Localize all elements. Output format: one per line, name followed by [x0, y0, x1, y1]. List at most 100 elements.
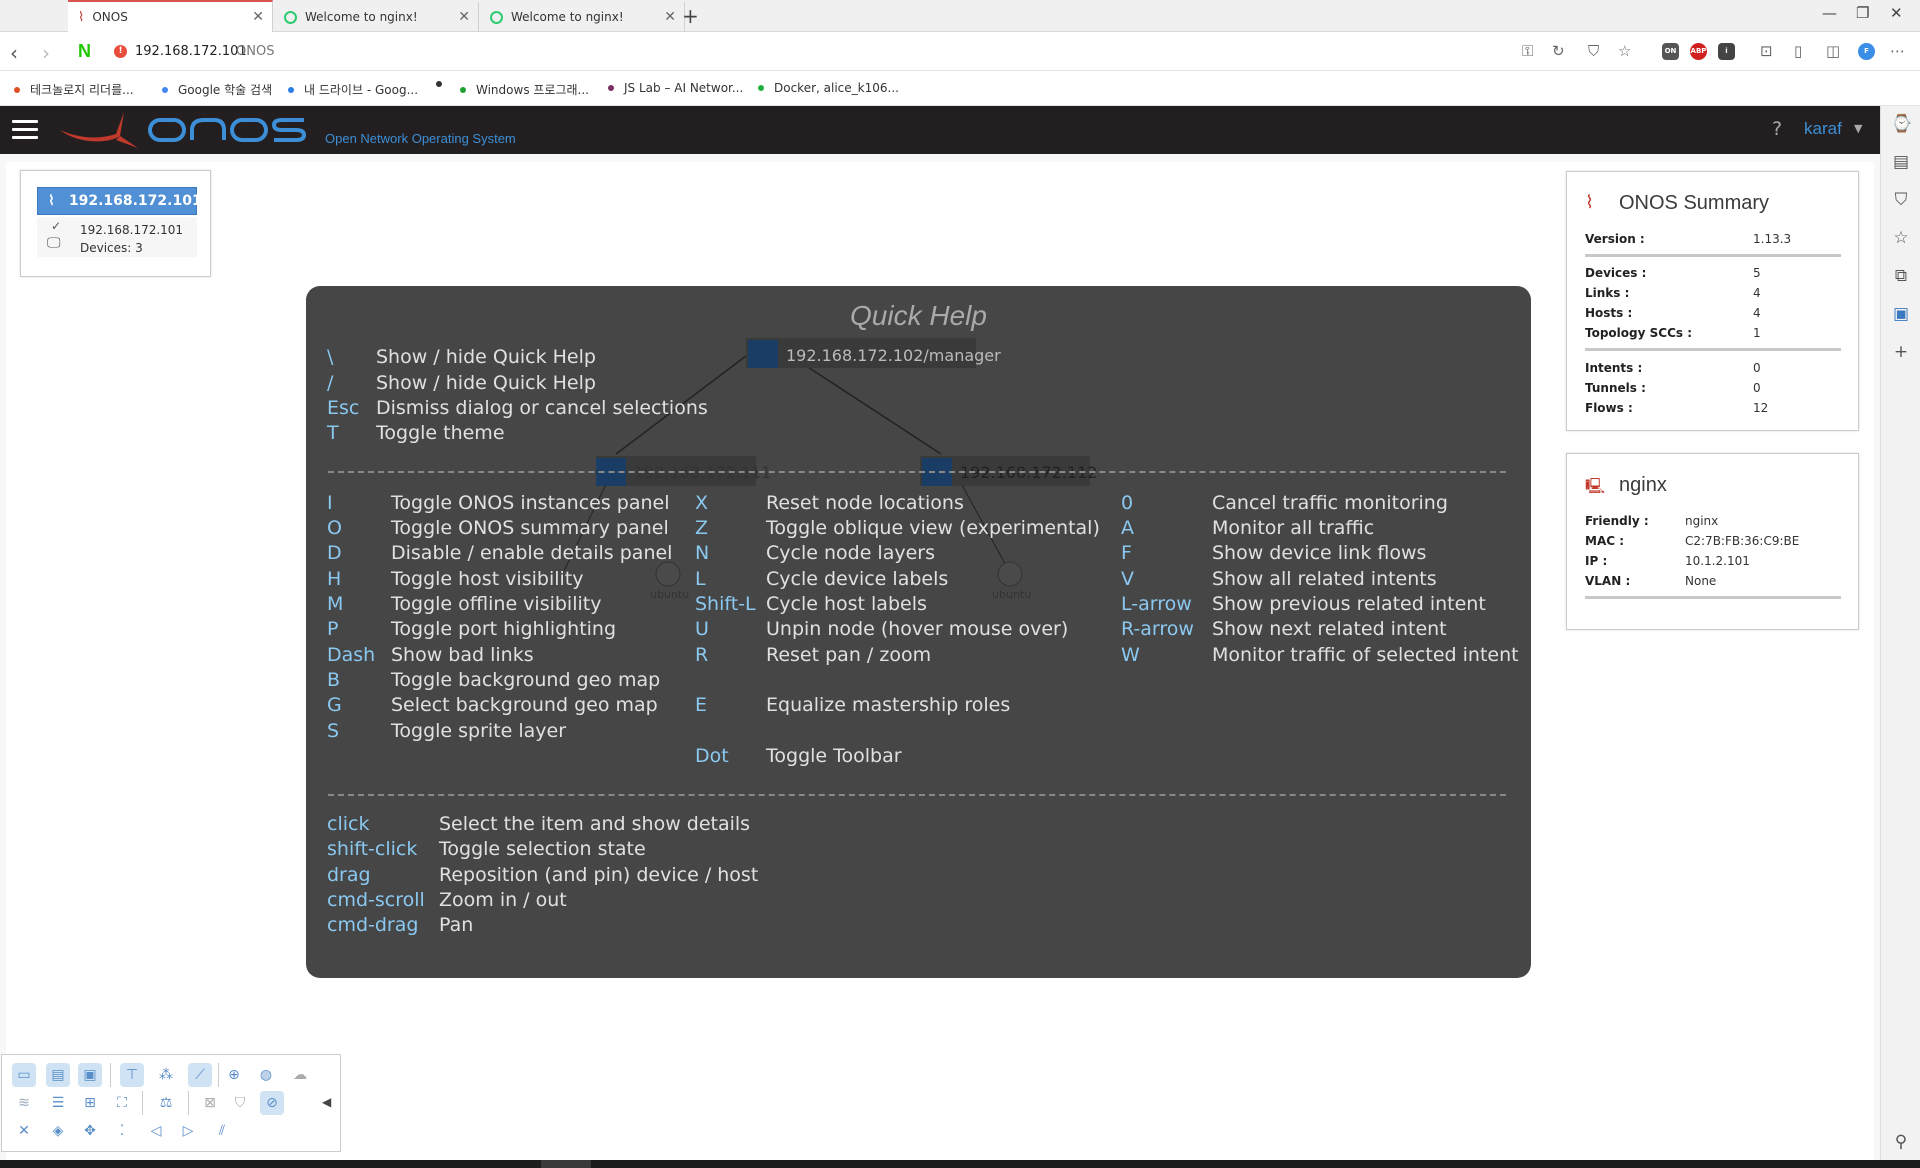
panel-icon[interactable]: ▣	[1891, 304, 1911, 324]
geo-map-icon[interactable]: ⊕	[222, 1063, 246, 1087]
shield-icon[interactable]: ⛉	[228, 1091, 252, 1115]
favorites-icon[interactable]: ☆	[1891, 228, 1911, 248]
not-secure-icon[interactable]: !	[114, 45, 127, 58]
host-labels-icon[interactable]: ⊞	[78, 1091, 102, 1115]
pan-icon[interactable]: ✥	[78, 1119, 102, 1143]
onos-logo	[60, 112, 307, 148]
bookmark-item[interactable]: JS Lab – AI Networ...	[608, 81, 743, 95]
camera-icon[interactable]: ⊡	[1760, 42, 1773, 60]
sprite-layer-icon[interactable]: ☁	[288, 1063, 312, 1087]
details-toggle-icon[interactable]: ▣	[78, 1063, 102, 1087]
collapse-toolbar-icon[interactable]: ◀	[322, 1095, 331, 1109]
help-desc: Equalize mastership roles	[766, 694, 1011, 716]
profile-icon[interactable]: F	[1858, 43, 1875, 60]
help-desc: Toggle port highlighting	[391, 618, 617, 640]
translate-icon[interactable]: ⧉	[1891, 266, 1911, 286]
tab-nginx-2[interactable]: Welcome to nginx! ✕	[480, 2, 685, 32]
new-tab-button[interactable]: +	[682, 4, 699, 28]
host-icon[interactable]	[997, 561, 1023, 587]
history-icon[interactable]: ⌚	[1891, 114, 1912, 134]
add-icon[interactable]: +	[1891, 342, 1911, 362]
monitor-traffic-icon[interactable]: ⫽	[210, 1119, 234, 1143]
pin-icon[interactable]: ⚲	[1891, 1132, 1911, 1152]
help-desc: Toggle theme	[376, 422, 505, 444]
pocket-icon[interactable]: ⛉	[1891, 190, 1911, 210]
help-key: M	[327, 593, 344, 615]
bookmark-label: 테크놀로지 리더를...	[30, 83, 134, 97]
host-label: ubuntu	[992, 588, 1031, 601]
star-icon[interactable]: ☆	[1618, 42, 1631, 60]
extension-icon[interactable]: i	[1718, 43, 1735, 60]
reset-zoom-icon[interactable]: ⛶	[110, 1091, 134, 1115]
help-key: D	[327, 542, 342, 564]
user-menu[interactable]: karaf	[1804, 119, 1842, 139]
restore-icon[interactable]: ❐	[1856, 4, 1869, 22]
help-key: Shift-L	[695, 593, 756, 615]
instance-header[interactable]: ⌇ 192.168.172.101	[37, 187, 202, 215]
host-icon[interactable]	[655, 561, 681, 587]
help-key: U	[695, 618, 709, 640]
bookmark-item[interactable]: 내 드라이브 - Goog...	[288, 81, 418, 98]
bookmark-favicon-icon	[288, 86, 294, 93]
bookmarks-icon[interactable]: ▤	[1891, 152, 1911, 172]
next-intent-icon[interactable]: ▷	[176, 1119, 200, 1143]
bookmark-item[interactable]: Google 학술 검색	[162, 81, 272, 98]
close-window-icon[interactable]: ✕	[1890, 4, 1903, 22]
help-key: cmd-drag	[327, 914, 419, 936]
url-text[interactable]: 192.168.172.101	[135, 44, 247, 59]
tab-nginx-1[interactable]: Welcome to nginx! ✕	[274, 2, 479, 32]
prev-intent-icon[interactable]: ◁	[144, 1119, 168, 1143]
node-layer-icon[interactable]: ≋	[12, 1091, 36, 1115]
switch-icon[interactable]	[748, 340, 778, 368]
link-flows-icon[interactable]: ⊘	[260, 1091, 284, 1115]
summary-toggle-icon[interactable]: ▤	[46, 1063, 70, 1087]
key-icon[interactable]: ⚿	[1522, 42, 1533, 60]
quick-help-overlay[interactable]: 192.168.172.102/manager 192.168.172.111 …	[306, 286, 1531, 978]
help-key: R	[695, 644, 709, 666]
help-desc: Disable / enable details panel	[391, 542, 673, 564]
port-highlight-icon[interactable]: ⟋	[188, 1063, 212, 1087]
oblique-view-icon[interactable]: ◈	[46, 1119, 70, 1143]
globe-icon	[284, 10, 297, 24]
help-key: I	[327, 492, 333, 514]
device-labels-icon[interactable]: ☰	[46, 1091, 70, 1115]
help-desc: Unpin node (hover mouse over)	[766, 618, 1069, 640]
instances-toggle-icon[interactable]: ▭	[12, 1063, 36, 1087]
reset-nodes-icon[interactable]: ✕	[12, 1119, 36, 1143]
tab-onos[interactable]: ⌇ ONOS ✕	[68, 0, 273, 32]
more-menu-icon[interactable]: ⋯	[1890, 42, 1905, 60]
close-icon[interactable]: ✕	[458, 9, 470, 25]
chevron-down-icon[interactable]: ▼	[1854, 122, 1862, 135]
sidebar-icon[interactable]: ◫	[1826, 42, 1840, 60]
help-icon[interactable]: ?	[1772, 118, 1782, 140]
back-icon[interactable]: ‹	[10, 41, 18, 65]
forward-icon[interactable]: ›	[42, 41, 50, 65]
offline-toggle-icon[interactable]: ⁂	[154, 1063, 178, 1087]
adblock-icon[interactable]: ABP	[1690, 43, 1707, 60]
bookmark-item[interactable]: Windows 프로그래...	[460, 81, 589, 98]
mac-value: C2:7B:FB:36:C9:BE	[1685, 534, 1800, 548]
help-key: P	[327, 618, 339, 640]
bookmark-item[interactable]	[436, 81, 452, 87]
help-desc: Show device link flows	[1212, 542, 1427, 564]
naver-icon[interactable]: N	[78, 41, 91, 62]
taskbar-active-item[interactable]	[541, 1160, 591, 1168]
host-toggle-icon[interactable]: ⊤	[120, 1063, 144, 1087]
extension-icon[interactable]: ON	[1662, 43, 1679, 60]
select-map-icon[interactable]: ◍	[254, 1063, 278, 1087]
hosts-value: 4	[1753, 306, 1761, 320]
close-icon[interactable]: ✕	[664, 9, 676, 25]
reload-icon[interactable]: ↻	[1552, 42, 1565, 60]
nav-menu-icon[interactable]	[12, 120, 38, 140]
minimize-icon[interactable]: —	[1822, 4, 1837, 22]
bookmark-item[interactable]: Docker, alice_k106...	[758, 81, 899, 95]
equalize-masters-icon[interactable]: ⚖	[154, 1091, 178, 1115]
reader-icon[interactable]: ▯	[1794, 42, 1802, 60]
topology-toolbar: ▭ ▤ ▣ ⊤ ⁂ ⟋ ⊕ ◍ ☁ ≋ ☰ ⊞ ⛶ ⚖ ⊠ ⛉ ⊘ ✕ ◈ ✥ …	[1, 1054, 341, 1152]
help-key: V	[1121, 568, 1134, 590]
cancel-monitor-icon[interactable]: ⊠	[198, 1091, 222, 1115]
path-icon[interactable]: ⁚	[110, 1119, 134, 1143]
close-icon[interactable]: ✕	[252, 9, 264, 25]
shield-icon[interactable]: ⛉	[1588, 42, 1599, 60]
bookmark-item[interactable]: 테크놀로지 리더를...	[14, 81, 134, 98]
